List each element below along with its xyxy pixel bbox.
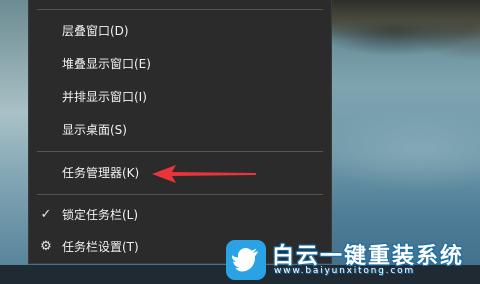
menu-item-side-by-side-windows[interactable]: 并排显示窗口(I) [29, 84, 331, 110]
menu-item-stack-windows[interactable]: 堆叠显示窗口(E) [29, 51, 331, 77]
menu-separator [37, 194, 323, 195]
wallpaper-shore [330, 0, 480, 40]
bird-icon [226, 240, 266, 280]
menu-item-lock-taskbar[interactable]: ✓ 锁定任务栏(L) [29, 202, 331, 228]
menu-item-show-desktop[interactable]: 显示桌面(S) [29, 117, 331, 143]
menu-item-label: 显示桌面(S) [62, 123, 127, 137]
watermark-url: www.baiyunxitong.com [274, 266, 415, 276]
gear-icon: ⚙ [40, 239, 52, 254]
menu-item-label: 任务管理器(K) [62, 166, 140, 180]
menu-item-label: 任务栏设置(T) [62, 240, 139, 254]
menu-item-cascade-windows[interactable]: 层叠窗口(D) [29, 18, 331, 44]
red-arrow-annotation [152, 165, 256, 183]
watermark-logo: 白云一键重装系统 www.baiyunxitong.com [224, 238, 480, 284]
menu-separator [37, 9, 323, 10]
wallpaper-left-strip [0, 0, 28, 284]
menu-item-label: 堆叠显示窗口(E) [62, 57, 151, 71]
menu-item-label: 并排显示窗口(I) [62, 90, 147, 104]
menu-separator [37, 151, 323, 152]
taskbar-context-menu: 层叠窗口(D) 堆叠显示窗口(E) 并排显示窗口(I) 显示桌面(S) 任务管理… [28, 0, 332, 264]
menu-item-label: 层叠窗口(D) [62, 24, 129, 38]
checkmark-icon: ✓ [40, 207, 52, 222]
menu-item-label: 锁定任务栏(L) [62, 208, 139, 222]
